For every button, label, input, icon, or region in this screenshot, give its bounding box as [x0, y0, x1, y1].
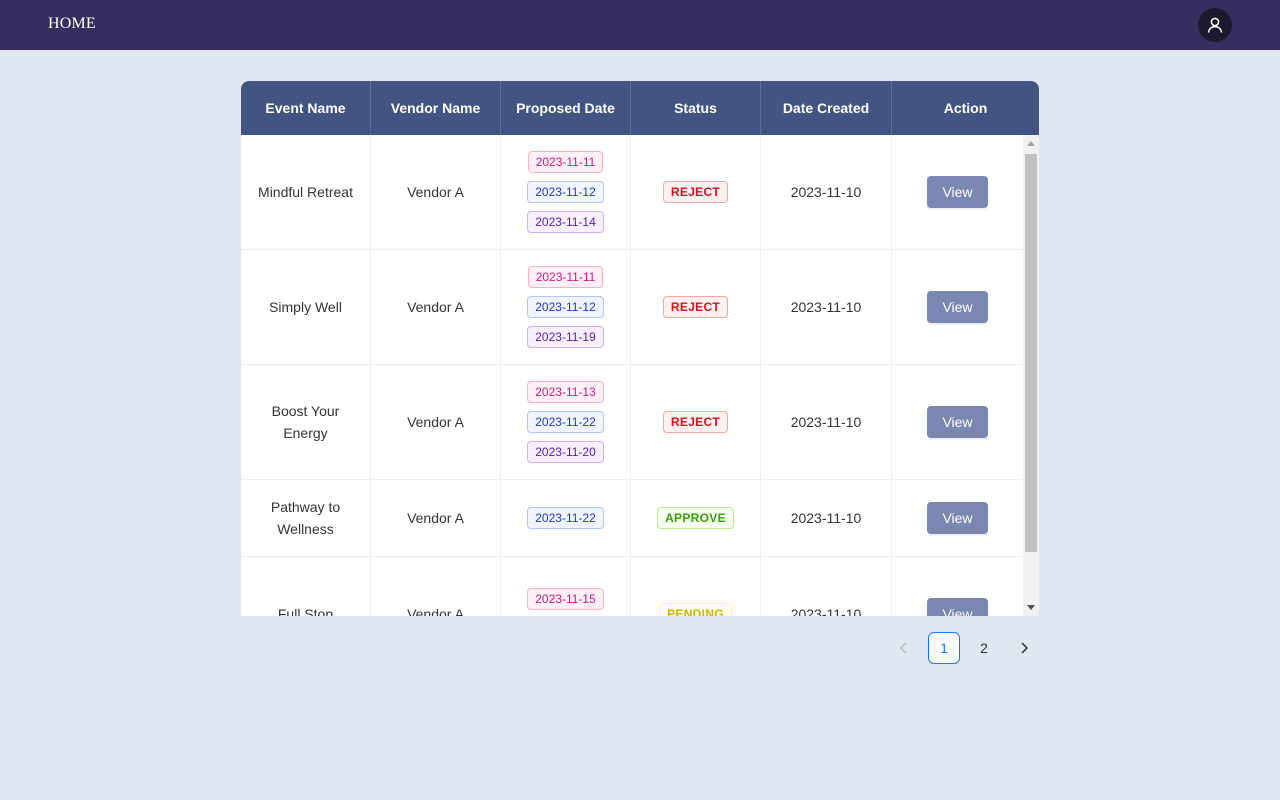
column-header-vendor-name: Vendor Name	[371, 81, 501, 135]
table-row: Mindful Retreat Vendor A 2023-11-11 2023…	[241, 135, 1023, 250]
proposed-date-tag: 2023-11-22	[527, 411, 604, 433]
table-row: Boost Your Energy Vendor A 2023-11-13 20…	[241, 365, 1023, 480]
status-badge: REJECT	[662, 181, 729, 203]
table-header: Event Name Vendor Name Proposed Date Sta…	[241, 81, 1039, 135]
vendor-name: Vendor A	[407, 414, 464, 430]
date-created: 2023-11-10	[790, 299, 862, 315]
chevron-right-icon	[1021, 642, 1029, 654]
event-name: Mindful Retreat	[258, 184, 353, 200]
proposed-date-tag: 2023-11-19	[527, 326, 604, 348]
view-button[interactable]: View	[927, 598, 988, 616]
status-badge: APPROVE	[657, 507, 734, 529]
user-avatar-button[interactable]	[1198, 8, 1232, 42]
table-row: Simply Well Vendor A 2023-11-11 2023-11-…	[241, 250, 1023, 365]
previous-page-button[interactable]	[888, 632, 920, 664]
chevron-left-icon	[899, 642, 907, 654]
proposed-date-tag: 2023-11-15	[527, 588, 604, 610]
date-created: 2023-11-10	[790, 606, 862, 616]
date-created: 2023-11-10	[790, 184, 862, 200]
view-button[interactable]: View	[927, 291, 988, 323]
vendor-name: Vendor A	[407, 184, 464, 200]
view-button[interactable]: View	[927, 406, 988, 438]
column-header-action: Action	[943, 100, 988, 116]
proposed-date-tag: 2023-11-14	[527, 211, 604, 233]
home-link[interactable]: HOME	[48, 15, 96, 33]
vendor-name: Vendor A	[407, 510, 464, 526]
proposed-date-tag: 2023-11-22	[527, 507, 604, 529]
table-scrollbar[interactable]	[1023, 135, 1039, 616]
status-badge: REJECT	[662, 411, 729, 433]
view-button[interactable]: View	[927, 502, 988, 534]
table-body[interactable]: Mindful Retreat Vendor A 2023-11-11 2023…	[241, 135, 1023, 616]
view-button[interactable]: View	[927, 176, 988, 208]
proposed-date-tag: 2023-11-11	[527, 266, 604, 288]
top-nav-bar: HOME	[0, 0, 1280, 50]
scroll-up-arrow-icon[interactable]	[1023, 135, 1039, 152]
proposed-date-tag: 2023-11-13	[527, 381, 604, 403]
column-header-proposed-date: Proposed Date	[501, 81, 631, 135]
status-badge: PENDING	[659, 603, 732, 616]
user-icon	[1207, 17, 1223, 33]
event-name: Pathway to Wellness	[270, 499, 341, 537]
scroll-down-arrow-icon[interactable]	[1023, 599, 1039, 616]
proposed-date-tag: 2023-11-12	[527, 181, 604, 203]
date-created: 2023-11-10	[790, 510, 862, 526]
table-row: Full Stop Vendor A 2023-11-15 2023-11-21…	[241, 557, 1023, 616]
page-button-1[interactable]: 1	[928, 632, 960, 664]
column-header-date-created: Date Created	[761, 81, 892, 135]
event-name: Boost Your Energy	[271, 403, 340, 441]
events-table: Event Name Vendor Name Proposed Date Sta…	[241, 81, 1039, 616]
next-page-button[interactable]	[1008, 632, 1040, 664]
event-name: Simply Well	[269, 299, 342, 315]
vendor-name: Vendor A	[407, 299, 464, 315]
table-row: Pathway to Wellness Vendor A 2023-11-22 …	[241, 480, 1023, 557]
status-badge: REJECT	[662, 296, 729, 318]
scrollbar-thumb[interactable]	[1025, 154, 1037, 552]
proposed-date-tag: 2023-11-11	[527, 151, 604, 173]
date-created: 2023-11-10	[790, 414, 862, 430]
column-header-event-name: Event Name	[241, 81, 371, 135]
event-name: Full Stop	[277, 606, 334, 616]
proposed-date-tag: 2023-11-20	[527, 441, 604, 463]
column-header-status: Status	[631, 81, 761, 135]
page-button-2[interactable]: 2	[968, 632, 1000, 664]
pagination: 1 2	[888, 632, 1040, 664]
proposed-date-tag: 2023-11-12	[527, 296, 604, 318]
vendor-name: Vendor A	[407, 606, 464, 616]
